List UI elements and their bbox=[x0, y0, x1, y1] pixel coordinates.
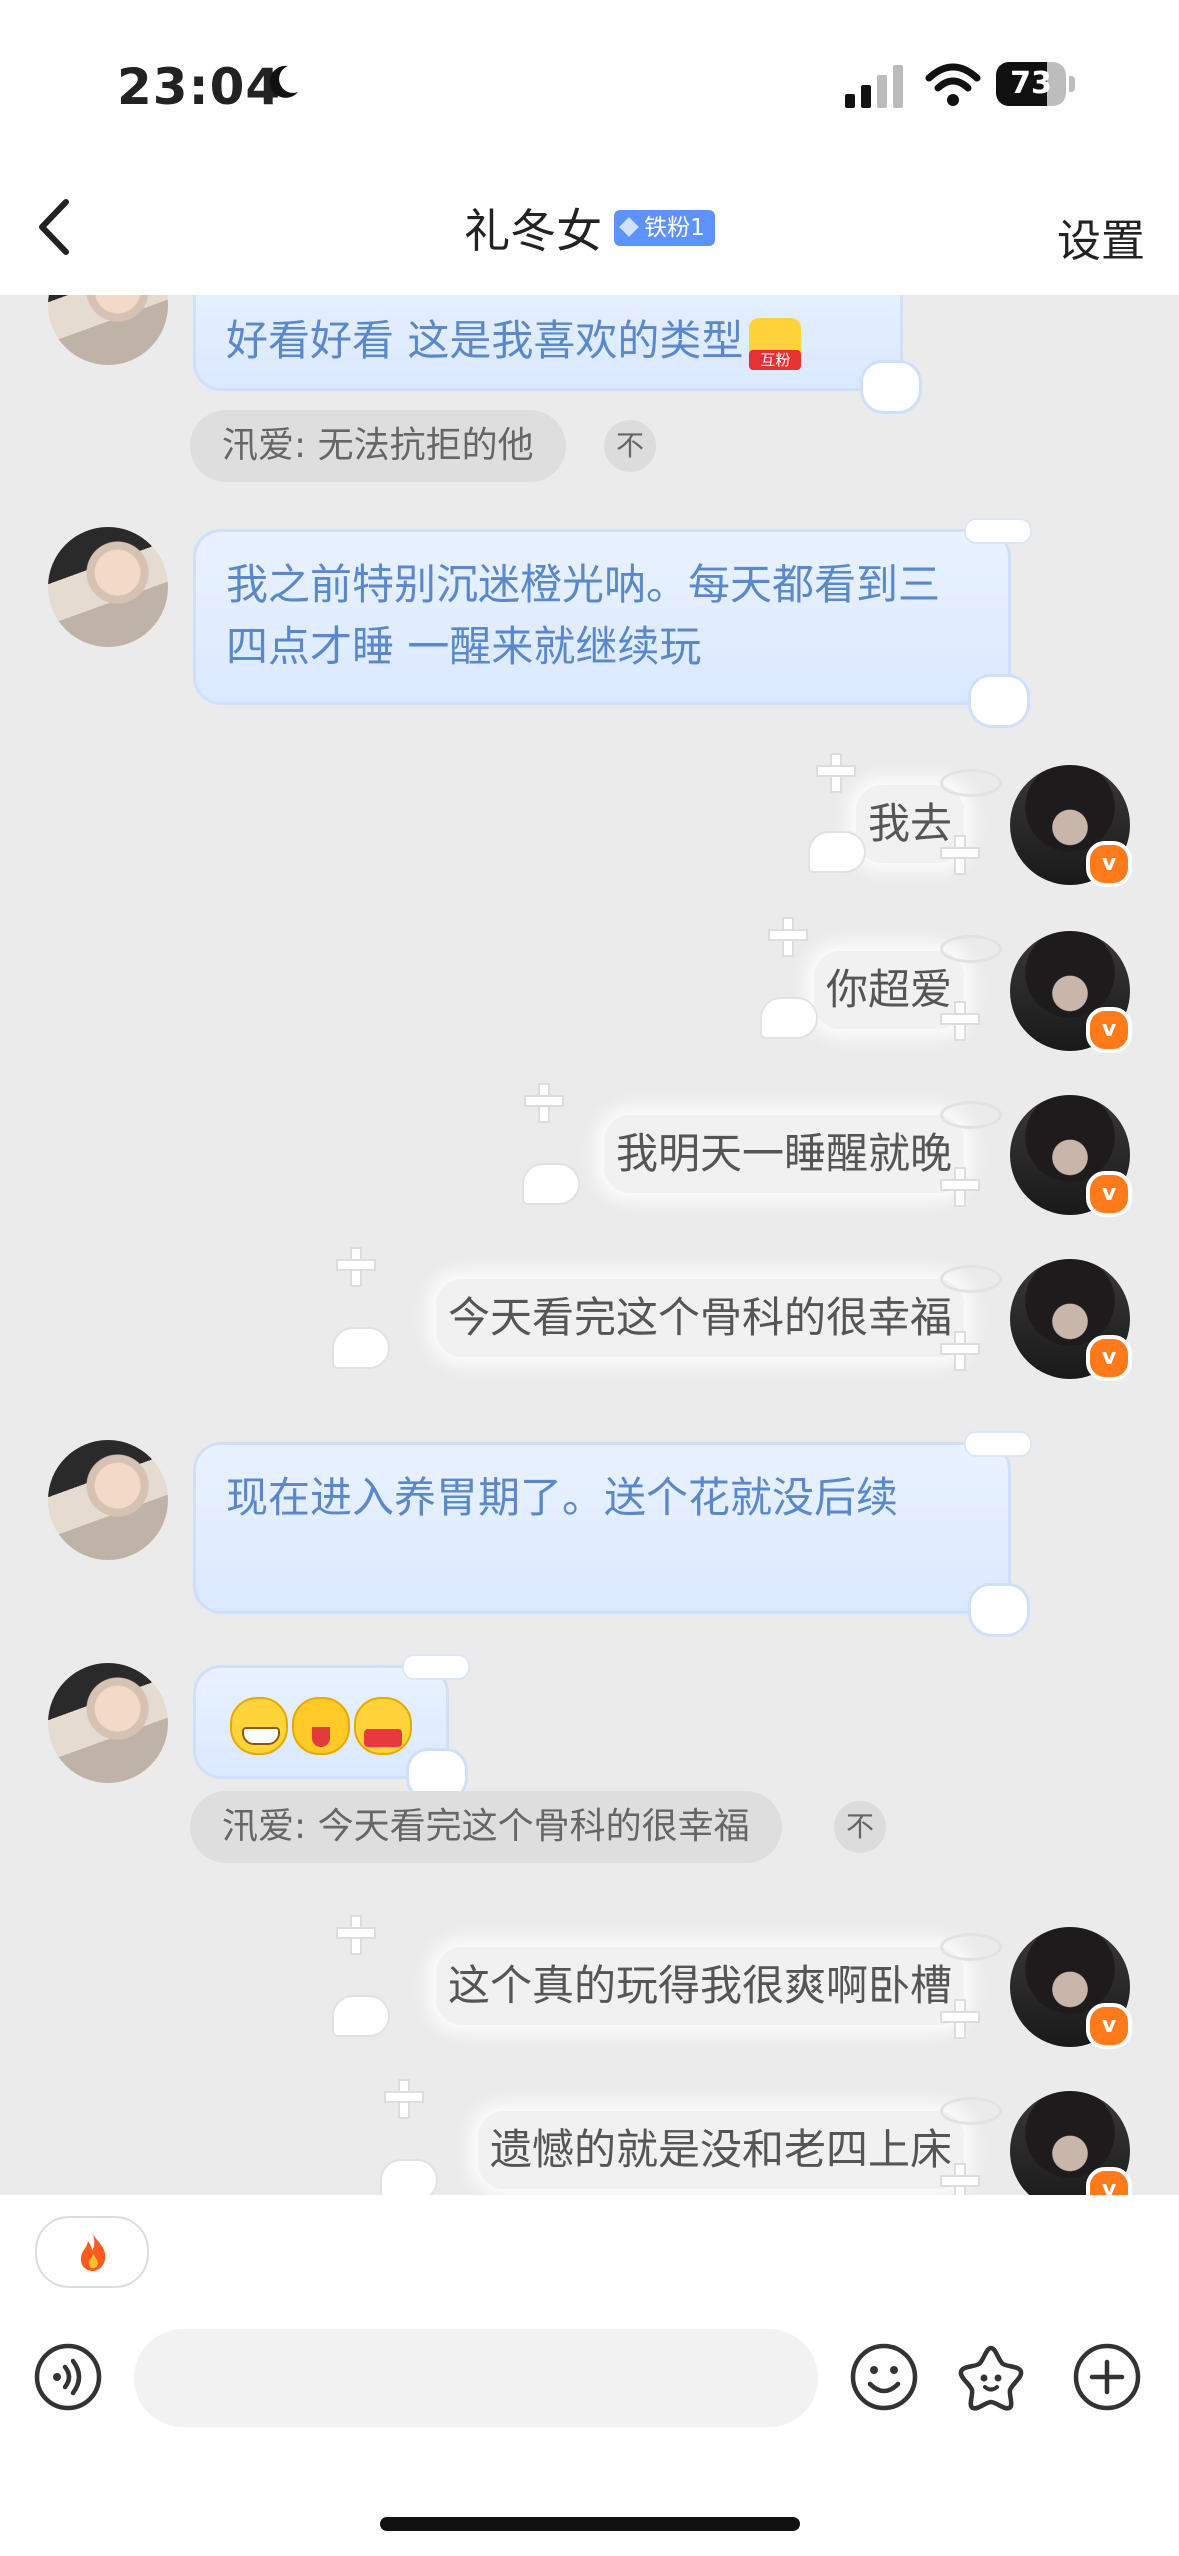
contact-avatar[interactable] bbox=[48, 1440, 168, 1560]
cross-decoration-icon bbox=[940, 1167, 980, 1207]
cloud-decoration-icon bbox=[964, 1431, 1032, 1457]
cloud-decoration-icon bbox=[964, 518, 1032, 544]
diamond-icon bbox=[619, 216, 640, 237]
wing-decoration-icon bbox=[332, 1327, 390, 1369]
status-time: 23:04 bbox=[117, 58, 282, 116]
wing-decoration-icon bbox=[808, 831, 866, 873]
emoji-face-icon[interactable] bbox=[849, 2342, 919, 2412]
message-text: 遗憾的就是没和老四上床 bbox=[489, 2125, 952, 2174]
outgoing-message-bubble[interactable]: 遗憾的就是没和老四上床 bbox=[477, 2111, 964, 2189]
battery-indicator: 73 bbox=[996, 62, 1076, 108]
outgoing-message-bubble[interactable]: 我明天一睡醒就晚 bbox=[603, 1115, 964, 1193]
flame-icon bbox=[80, 2234, 106, 2271]
cross-decoration-icon bbox=[384, 2079, 424, 2119]
voice-input-icon[interactable] bbox=[33, 2342, 103, 2412]
chat-header: 礼冬女 铁粉1 bbox=[0, 195, 1179, 261]
cross-decoration-icon bbox=[940, 835, 980, 875]
halo-decoration-icon bbox=[940, 1933, 1002, 1961]
quoted-reply[interactable]: 汛爱: 无法抗拒的他 bbox=[190, 410, 566, 482]
wing-decoration-icon bbox=[332, 1995, 390, 2037]
plus-icon[interactable] bbox=[1072, 2342, 1142, 2412]
cross-decoration-icon bbox=[524, 1083, 564, 1123]
halo-decoration-icon bbox=[940, 1265, 1002, 1293]
verified-badge: v bbox=[1086, 841, 1132, 887]
halo-decoration-icon bbox=[940, 935, 1002, 963]
cellular-signal-icon bbox=[845, 65, 903, 108]
fan-level-label: 铁粉1 bbox=[644, 215, 705, 241]
halo-decoration-icon bbox=[940, 1101, 1002, 1129]
incoming-message-bubble[interactable]: 现在进入养胃期了。送个花就没后续 bbox=[193, 1431, 1032, 1637]
cross-decoration-icon bbox=[816, 753, 856, 793]
fan-level-badge: 铁粉1 bbox=[614, 210, 715, 246]
wing-decoration-icon bbox=[760, 997, 818, 1039]
contact-avatar[interactable] bbox=[48, 527, 168, 647]
wifi-icon bbox=[925, 63, 981, 106]
incoming-message-bubble[interactable]: 我之前特别沉迷橙光呐。每天都看到三四点才睡 一醒来就继续玩 bbox=[193, 518, 1032, 728]
message-text: 我明天一睡醒就晚 bbox=[615, 1129, 952, 1178]
cross-decoration-icon bbox=[336, 1915, 376, 1955]
message-text: 今天看完这个骨科的很幸福 bbox=[447, 1293, 952, 1342]
message-text: 好看好看 这是我喜欢的类型 bbox=[226, 316, 744, 365]
contact-avatar[interactable] bbox=[48, 295, 168, 365]
moon-icon bbox=[269, 65, 298, 98]
message-text: 你超爱 bbox=[825, 965, 952, 1014]
chat-message-list[interactable]: 好看好看 这是我喜欢的类型 互粉 汛爱: 无法抗拒的他 不 我之前特别沉迷橙光呐。… bbox=[0, 295, 1179, 2195]
settings-button[interactable]: 设置 bbox=[1057, 205, 1145, 269]
hot-topic-chip[interactable] bbox=[35, 2216, 149, 2288]
cat-decoration-icon bbox=[860, 360, 922, 414]
status-bar: 23:04 73 bbox=[0, 0, 1179, 180]
outgoing-message-bubble[interactable]: 今天看完这个骨科的很幸福 bbox=[435, 1279, 964, 1357]
tongue-icon bbox=[292, 1696, 350, 1755]
halo-decoration-icon bbox=[940, 2097, 1002, 2125]
verified-badge: v bbox=[1086, 2003, 1132, 2049]
outgoing-message-bubble[interactable]: 这个真的玩得我很爽啊卧槽 bbox=[435, 1947, 964, 2025]
cat-decoration-icon bbox=[968, 1583, 1030, 1637]
cat-decoration-icon bbox=[968, 674, 1030, 728]
mutual-follow-sticker: 互粉 bbox=[749, 317, 802, 370]
cloud-decoration-icon bbox=[402, 1654, 470, 1680]
verified-badge: v bbox=[1086, 2167, 1132, 2195]
grin-icon bbox=[230, 1696, 288, 1755]
sticker-star-icon[interactable] bbox=[956, 2342, 1026, 2412]
cross-decoration-icon bbox=[336, 1247, 376, 1287]
cross-decoration-icon bbox=[940, 1999, 980, 2039]
quoted-reply[interactable]: 汛爱: 今天看完这个骨科的很幸福 bbox=[190, 1791, 782, 1863]
incoming-message-bubble[interactable] bbox=[193, 1654, 470, 1802]
quote-collapse-button[interactable]: 不 bbox=[604, 420, 656, 472]
shy-icon bbox=[354, 1696, 412, 1755]
cross-decoration-icon bbox=[768, 917, 808, 957]
wing-decoration-icon bbox=[380, 2159, 438, 2195]
chat-title[interactable]: 礼冬女 bbox=[464, 204, 602, 258]
message-text: 这个真的玩得我很爽啊卧槽 bbox=[447, 1961, 952, 2010]
cross-decoration-icon bbox=[940, 1001, 980, 1041]
verified-badge: v bbox=[1086, 1171, 1132, 1217]
wing-decoration-icon bbox=[522, 1163, 580, 1205]
cross-decoration-icon bbox=[940, 2163, 980, 2195]
verified-badge: v bbox=[1086, 1007, 1132, 1053]
cross-decoration-icon bbox=[940, 1331, 980, 1371]
halo-decoration-icon bbox=[940, 769, 1002, 797]
message-input[interactable] bbox=[134, 2329, 818, 2427]
message-text: 现在进入养胃期了。送个花就没后续 bbox=[226, 1473, 899, 1522]
battery-percent: 73 bbox=[1010, 66, 1052, 101]
home-indicator bbox=[380, 2517, 800, 2531]
message-text: 我之前特别沉迷橙光呐。每天都看到三四点才睡 一醒来就继续玩 bbox=[226, 560, 941, 671]
quote-collapse-button[interactable]: 不 bbox=[834, 1801, 886, 1853]
contact-avatar[interactable] bbox=[48, 1663, 168, 1783]
incoming-message-bubble[interactable]: 好看好看 这是我喜欢的类型 互粉 bbox=[193, 295, 922, 414]
verified-badge: v bbox=[1086, 1335, 1132, 1381]
